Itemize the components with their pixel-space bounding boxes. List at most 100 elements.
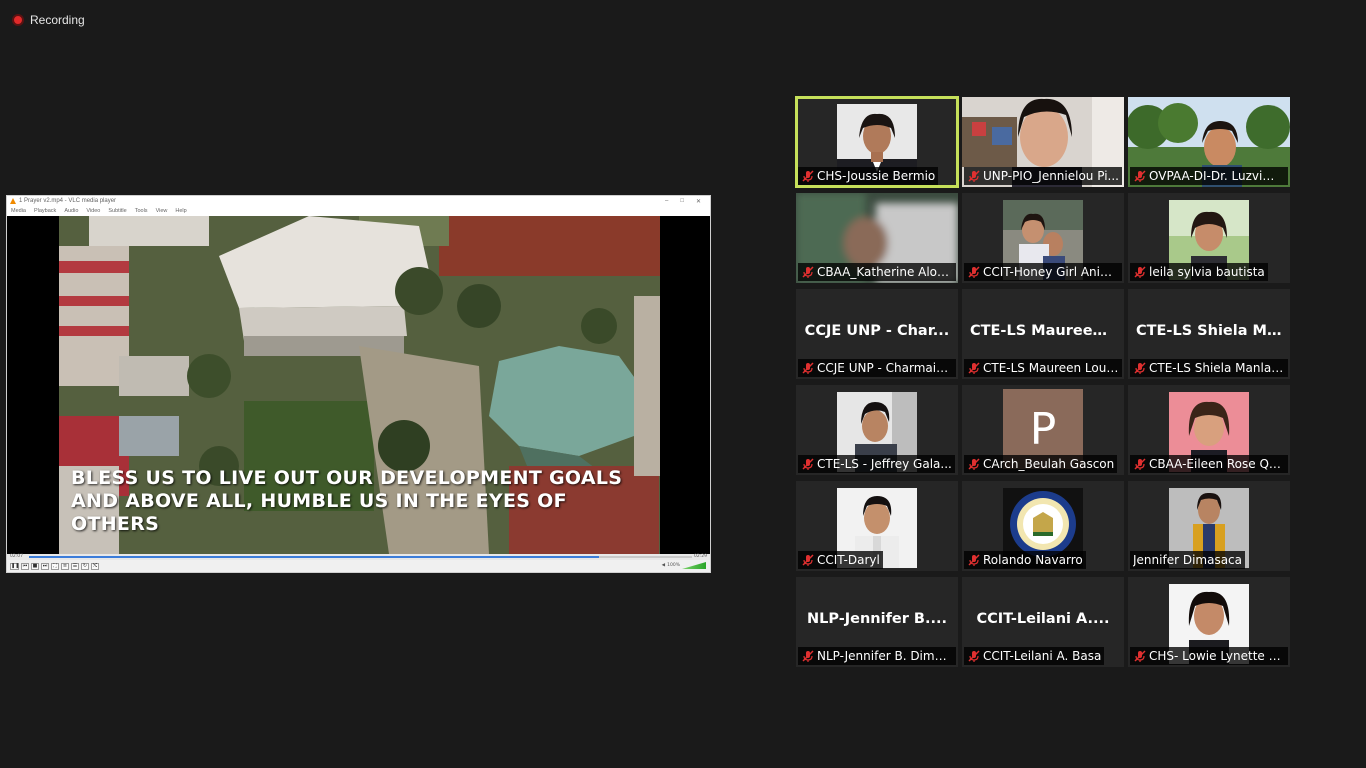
participant-tile[interactable]: leila sylvia bautista [1128, 193, 1290, 283]
participant-name: CTE-LS - Jeffrey Gala... [817, 457, 952, 471]
recording-icon [12, 14, 24, 26]
participant-name: leila sylvia bautista [1149, 265, 1265, 279]
volume-control[interactable]: ◀ 100% [662, 562, 706, 569]
volume-value: 100% [667, 563, 680, 568]
participant-tile[interactable]: OVPAA-DI-Dr. Luzvimi... [1128, 97, 1290, 187]
vlc-cone-icon [10, 198, 16, 204]
speaker-icon: ◀ [661, 563, 666, 568]
participant-tile[interactable]: NLP-Jennifer B.... NLP-Jennifer B. Dima.… [796, 577, 958, 667]
extended-settings-button[interactable]: ≡ [61, 562, 69, 570]
fullscreen-button[interactable]: ⛶ [51, 562, 59, 570]
muted-mic-icon [968, 650, 980, 662]
muted-mic-icon [802, 650, 814, 662]
participant-tile[interactable]: UNP-PIO_Jennielou Pi... [962, 97, 1124, 187]
participant-name: CCIT-Honey Girl Anin... [983, 265, 1119, 279]
participant-tile[interactable]: CBAA-Eileen Rose Qu... [1128, 385, 1290, 475]
muted-mic-icon [1134, 170, 1146, 182]
participant-nametag: CCJE UNP - Charmain... [798, 359, 956, 377]
participant-tile[interactable]: CCJE UNP - Char... CCJE UNP - Charmain..… [796, 289, 958, 379]
loop-button[interactable]: ↻ [81, 562, 89, 570]
minimize-icon[interactable]: – [665, 198, 668, 205]
participant-nametag: CHS- Lowie Lynette B... [1130, 647, 1288, 665]
muted-mic-icon [968, 554, 980, 566]
maximize-icon[interactable]: □ [680, 198, 684, 205]
participant-tile[interactable]: CHS-Joussie Bermio [795, 96, 959, 188]
participant-tile[interactable]: CCIT-Leilani A.... CCIT-Leilani A. Basa [962, 577, 1124, 667]
participant-nametag: CBAA-Eileen Rose Qu... [1130, 455, 1288, 473]
participant-tile[interactable]: P CArch_Beulah Gascon [962, 385, 1124, 475]
participant-name: CBAA-Eileen Rose Qu... [1149, 457, 1285, 471]
menu-audio[interactable]: Audio [64, 208, 78, 214]
time-total: 02:29 [694, 554, 707, 559]
participant-tile[interactable]: CTE-LS Shiela M... CTE-LS Shiela Manlan.… [1128, 289, 1290, 379]
seek-track[interactable] [29, 556, 692, 558]
aerial-campus-video: BLESS US TO LIVE OUT OUR DEVELOPMENT GOA… [59, 216, 660, 554]
previous-button[interactable]: ⏮ [21, 562, 29, 570]
participant-nametag: NLP-Jennifer B. Dima... [798, 647, 956, 665]
muted-mic-icon [968, 170, 980, 182]
stop-button[interactable]: ■ [31, 562, 39, 570]
muted-mic-icon [1134, 650, 1146, 662]
participant-nametag: CHS-Joussie Bermio [798, 167, 939, 185]
participant-display-name: CCJE UNP - Char... [804, 323, 950, 339]
participant-name: CTE-LS Maureen Lou ... [983, 361, 1119, 375]
muted-mic-icon [802, 170, 814, 182]
participant-name: CHS- Lowie Lynette B... [1149, 649, 1285, 663]
close-icon[interactable]: ✕ [696, 198, 701, 205]
participant-name: Jennifer Dimasaca [1133, 553, 1242, 567]
participant-tile[interactable]: Jennifer Dimasaca [1128, 481, 1290, 571]
participant-tile[interactable]: Rolando Navarro [962, 481, 1124, 571]
participant-tile[interactable]: CBAA_Katherine Alon-... [796, 193, 958, 283]
playlist-button[interactable]: ☰ [71, 562, 79, 570]
volume-slider[interactable] [682, 562, 706, 569]
menu-view[interactable]: View [156, 208, 168, 214]
seek-progress [29, 556, 600, 558]
participant-name: CCJE UNP - Charmain... [817, 361, 953, 375]
recording-label: Recording [30, 13, 85, 27]
muted-mic-icon [802, 554, 814, 566]
video-frame[interactable]: BLESS US TO LIVE OUT OUR DEVELOPMENT GOA… [7, 216, 710, 554]
participant-tile[interactable]: CHS- Lowie Lynette B... [1128, 577, 1290, 667]
menu-playback[interactable]: Playback [34, 208, 56, 214]
participant-display-name: NLP-Jennifer B.... [806, 611, 948, 627]
subtitle-line-1: BLESS US TO LIVE OUT OUR DEVELOPMENT GOA… [71, 467, 623, 489]
participant-nametag: Rolando Navarro [964, 551, 1086, 569]
participant-display-name: CTE-LS Shiela M... [1136, 323, 1284, 339]
next-button[interactable]: ⏭ [41, 562, 49, 570]
vlc-window-title: 1 Prayer v2.mp4 - VLC media player [19, 198, 117, 204]
participant-name: CTE-LS Shiela Manlan... [1149, 361, 1285, 375]
muted-mic-icon [802, 362, 814, 374]
participant-name: CCIT-Leilani A. Basa [983, 649, 1102, 663]
pause-button[interactable]: ❚❚ [10, 562, 19, 570]
participant-name: NLP-Jennifer B. Dima... [817, 649, 953, 663]
menu-media[interactable]: Media [11, 208, 26, 214]
participant-tile[interactable]: CTE-LS Maureen... CTE-LS Maureen Lou ... [962, 289, 1124, 379]
menu-help[interactable]: Help [175, 208, 186, 214]
recording-indicator[interactable]: Recording [12, 12, 85, 28]
muted-mic-icon [968, 458, 980, 470]
participant-tile[interactable]: CCIT-Honey Girl Anin... [962, 193, 1124, 283]
muted-mic-icon [802, 458, 814, 470]
participant-tile[interactable]: CTE-LS - Jeffrey Gala... [796, 385, 958, 475]
vlc-titlebar[interactable]: 1 Prayer v2.mp4 - VLC media player – □ ✕ [7, 196, 710, 206]
participant-name: CArch_Beulah Gascon [983, 457, 1115, 471]
vlc-controls: ❚❚ ⏮ ■ ⏭ ⛶ ≡ ☰ ↻ ⤭ ◀ 100% [7, 560, 710, 572]
participant-nametag: CTE-LS Maureen Lou ... [964, 359, 1122, 377]
participant-name: UNP-PIO_Jennielou Pi... [983, 169, 1119, 183]
participant-tile[interactable]: CCIT-Daryl [796, 481, 958, 571]
participant-nametag: leila sylvia bautista [1130, 263, 1268, 281]
shuffle-button[interactable]: ⤭ [91, 562, 99, 570]
muted-mic-icon [1134, 266, 1146, 278]
video-subtitle: BLESS US TO LIVE OUT OUR DEVELOPMENT GOA… [71, 467, 660, 536]
participant-name: CBAA_Katherine Alon-... [817, 265, 953, 279]
vlc-menubar: Media Playback Audio Video Subtitle Tool… [7, 206, 710, 216]
participant-nametag: CTE-LS Shiela Manlan... [1130, 359, 1288, 377]
participant-nametag: CArch_Beulah Gascon [964, 455, 1118, 473]
participant-nametag: CCIT-Honey Girl Anin... [964, 263, 1122, 281]
vlc-window: 1 Prayer v2.mp4 - VLC media player – □ ✕… [6, 195, 711, 573]
participant-gallery: CHS-Joussie Bermio UNP-PIO_Jennielou Pi.… [795, 96, 1290, 667]
menu-tools[interactable]: Tools [135, 208, 148, 214]
menu-video[interactable]: Video [86, 208, 100, 214]
menu-subtitle[interactable]: Subtitle [108, 208, 126, 214]
participant-display-name: CCIT-Leilani A.... [976, 611, 1110, 627]
